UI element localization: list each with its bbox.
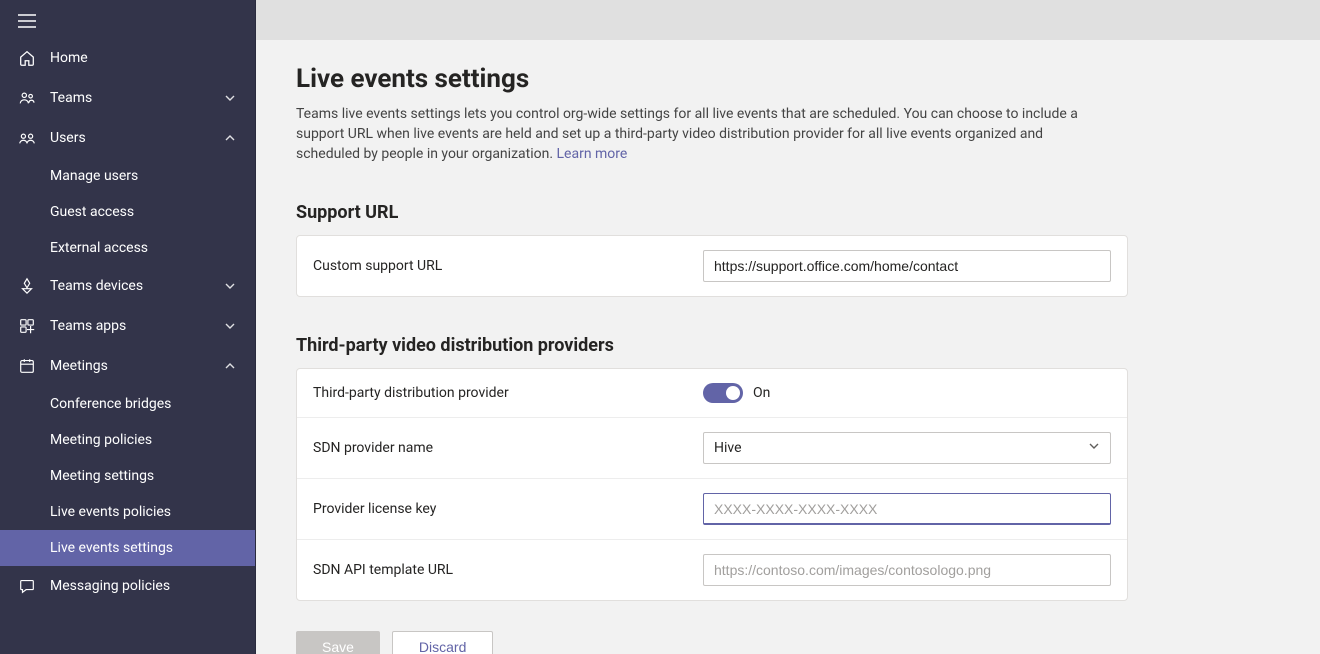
chevron-up-icon (223, 131, 237, 145)
input-provider-license-key[interactable] (703, 493, 1111, 525)
app-shell: Home Teams Users Manage users Guest acce… (0, 0, 1320, 654)
sidebar-subitem-live-events-settings[interactable]: Live events settings (0, 530, 255, 566)
row-third-party-toggle: Third-party distribution provider On (297, 369, 1127, 417)
toggle-state-label: On (753, 385, 770, 401)
input-sdn-api-template-url[interactable] (703, 554, 1111, 586)
apps-icon (18, 317, 36, 335)
row-sdn-api-template-url: SDN API template URL (297, 539, 1127, 600)
calendar-icon (18, 357, 36, 375)
label-provider-license-key: Provider license key (313, 501, 703, 517)
chat-icon (18, 577, 36, 595)
row-custom-support-url: Custom support URL (297, 236, 1127, 296)
sidebar-item-label: Teams devices (50, 276, 223, 296)
select-sdn-provider-name[interactable]: Hive (703, 432, 1111, 464)
sidebar-item-label: Guest access (50, 204, 134, 220)
label-custom-support-url: Custom support URL (313, 258, 703, 274)
toggle-third-party-provider-wrap: On (703, 383, 1111, 403)
label-sdn-provider-name: SDN provider name (313, 440, 703, 456)
sidebar-item-label: Conference bridges (50, 396, 171, 412)
sidebar-subitem-meeting-settings[interactable]: Meeting settings (0, 458, 255, 494)
page-description-text: Teams live events settings lets you cont… (296, 106, 1078, 162)
chevron-down-icon (223, 319, 237, 333)
row-sdn-provider-name: SDN provider name Hive (297, 417, 1127, 478)
label-third-party-toggle: Third-party distribution provider (313, 385, 703, 401)
select-value: Hive (714, 440, 742, 456)
sidebar-subitem-live-events-policies[interactable]: Live events policies (0, 494, 255, 530)
content-area: Live events settings Teams live events s… (256, 40, 1320, 654)
teams-icon (18, 89, 36, 107)
page-title: Live events settings (296, 64, 1280, 94)
sidebar-subitem-guest-access[interactable]: Guest access (0, 194, 255, 230)
sidebar-item-label: Teams apps (50, 316, 223, 336)
sidebar-item-label: Meetings (50, 356, 223, 376)
sidebar-subitem-meeting-policies[interactable]: Meeting policies (0, 422, 255, 458)
sidebar-subitem-conference-bridges[interactable]: Conference bridges (0, 386, 255, 422)
devices-icon (18, 277, 36, 295)
button-row: Save Discard (296, 631, 1280, 654)
hamburger-icon (18, 14, 237, 28)
sidebar-item-label: External access (50, 240, 148, 256)
chevron-up-icon (223, 359, 237, 373)
sidebar-item-label: Live events settings (50, 540, 173, 556)
top-strip (256, 0, 1320, 40)
sidebar-item-label: Meeting settings (50, 468, 154, 484)
hamburger-menu-button[interactable] (0, 0, 255, 38)
sidebar-item-label: Manage users (50, 168, 138, 184)
input-custom-support-url[interactable] (703, 250, 1111, 282)
section-title-providers: Third-party video distribution providers (296, 335, 1280, 356)
users-icon (18, 129, 36, 147)
sidebar-item-label: Live events policies (50, 504, 171, 520)
row-provider-license-key: Provider license key (297, 478, 1127, 539)
learn-more-link[interactable]: Learn more (557, 146, 628, 162)
sidebar-item-label: Meeting policies (50, 432, 152, 448)
chevron-down-icon (223, 91, 237, 105)
support-url-card: Custom support URL (296, 235, 1128, 297)
discard-button[interactable]: Discard (392, 631, 493, 654)
sidebar-item-label: Messaging policies (50, 576, 237, 596)
chevron-down-icon (223, 279, 237, 293)
toggle-knob (726, 386, 740, 400)
home-icon (18, 49, 36, 67)
sidebar-item-teams[interactable]: Teams (0, 78, 255, 118)
sidebar-item-label: Users (50, 128, 223, 148)
chevron-down-icon (1088, 440, 1100, 456)
sidebar-item-label: Teams (50, 88, 223, 108)
sidebar-item-teams-apps[interactable]: Teams apps (0, 306, 255, 346)
sidebar-subitem-external-access[interactable]: External access (0, 230, 255, 266)
page-description: Teams live events settings lets you cont… (296, 104, 1096, 164)
sidebar-item-label: Home (50, 48, 237, 68)
sidebar-item-meetings[interactable]: Meetings (0, 346, 255, 386)
sidebar-item-home[interactable]: Home (0, 38, 255, 78)
sidebar-item-users[interactable]: Users (0, 118, 255, 158)
providers-card: Third-party distribution provider On SDN… (296, 368, 1128, 601)
toggle-third-party-provider[interactable] (703, 383, 743, 403)
sidebar: Home Teams Users Manage users Guest acce… (0, 0, 256, 654)
save-button[interactable]: Save (296, 631, 380, 654)
section-title-support-url: Support URL (296, 202, 1280, 223)
sidebar-item-teams-devices[interactable]: Teams devices (0, 266, 255, 306)
sidebar-subitem-manage-users[interactable]: Manage users (0, 158, 255, 194)
label-sdn-api-template-url: SDN API template URL (313, 562, 703, 578)
main-content: Live events settings Teams live events s… (256, 0, 1320, 654)
sidebar-item-messaging-policies[interactable]: Messaging policies (0, 566, 255, 606)
